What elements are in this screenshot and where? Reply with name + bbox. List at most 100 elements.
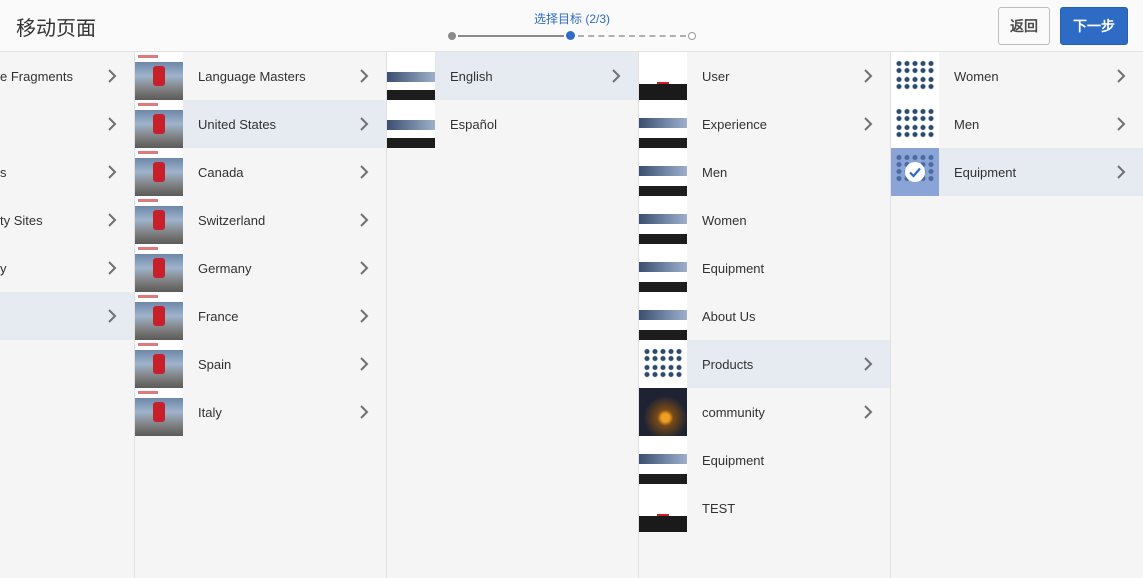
item-label: English <box>450 68 493 84</box>
column-4-item[interactable]: Women <box>891 52 1143 100</box>
chevron-right-icon <box>104 68 120 84</box>
item-label: User <box>702 68 730 84</box>
column-1-item[interactable]: France <box>135 292 386 340</box>
column-1-item-selected[interactable]: United States <box>135 100 386 148</box>
item-label: Men <box>702 164 728 180</box>
column-3-item[interactable]: TEST <box>639 484 890 532</box>
item-label: Women <box>702 212 747 228</box>
column-3-item[interactable]: community <box>639 388 890 436</box>
page-thumbnail <box>639 292 687 340</box>
column-3-item[interactable]: Equipment <box>639 436 890 484</box>
wizard-step-label: 选择目标 (2/3) <box>533 12 610 26</box>
item-label: Español <box>450 116 497 132</box>
column-1-item[interactable]: Canada <box>135 148 386 196</box>
chevron-right-icon <box>860 404 876 420</box>
chevron-right-icon <box>1113 164 1129 180</box>
item-label: TEST <box>702 500 736 516</box>
page-thumbnail <box>639 484 687 532</box>
page-thumbnail <box>135 100 183 148</box>
page-thumbnail-selected <box>891 148 939 196</box>
column-3-item[interactable]: Women <box>639 196 890 244</box>
item-label: Men <box>954 116 980 132</box>
column-2-item-selected[interactable]: English <box>387 52 638 100</box>
column-0: e Fragments s ty Sites y <box>0 52 135 578</box>
column-2: English Español <box>387 52 639 578</box>
chevron-right-icon <box>356 116 372 132</box>
page-thumbnail <box>387 52 435 100</box>
item-label: Equipment <box>954 164 1017 180</box>
chevron-right-icon <box>356 308 372 324</box>
page-thumbnail <box>639 340 687 388</box>
column-browser: e Fragments s ty Sites y Language Master… <box>0 52 1143 578</box>
column-4-item[interactable]: Men <box>891 100 1143 148</box>
page-thumbnail <box>135 340 183 388</box>
chevron-right-icon <box>860 68 876 84</box>
back-button[interactable]: 返回 <box>998 7 1050 45</box>
item-label: United States <box>198 116 277 132</box>
wizard-line-completed <box>458 35 564 37</box>
item-label: Experience <box>702 116 768 132</box>
column-3-item[interactable]: Experience <box>639 100 890 148</box>
column-0-item[interactable] <box>0 100 134 148</box>
item-label: e Fragments <box>0 68 73 84</box>
chevron-right-icon <box>356 212 372 228</box>
column-0-item-selected[interactable] <box>0 292 134 340</box>
item-label: Spain <box>198 356 232 372</box>
column-3-item[interactable]: User <box>639 52 890 100</box>
chevron-right-icon <box>356 164 372 180</box>
chevron-right-icon <box>356 68 372 84</box>
item-label: y <box>0 260 7 276</box>
column-3-item[interactable]: Men <box>639 148 890 196</box>
item-label: Women <box>954 68 999 84</box>
item-label: About Us <box>702 308 756 324</box>
column-0-item[interactable]: ty Sites <box>0 196 134 244</box>
chevron-right-icon <box>860 116 876 132</box>
chevron-right-icon <box>104 116 120 132</box>
page-thumbnail <box>639 436 687 484</box>
column-1-item[interactable]: Italy <box>135 388 386 436</box>
chevron-right-icon <box>104 260 120 276</box>
item-label: Canada <box>198 164 244 180</box>
chevron-right-icon <box>608 68 624 84</box>
page-thumbnail <box>135 244 183 292</box>
item-label: Switzerland <box>198 212 266 228</box>
column-0-item[interactable]: e Fragments <box>0 52 134 100</box>
column-3-item[interactable]: Equipment <box>639 244 890 292</box>
column-2-item[interactable]: Español <box>387 100 638 148</box>
page-thumbnail <box>639 196 687 244</box>
wizard-step-2-dot <box>566 31 575 40</box>
column-3-item-selected[interactable]: Products <box>639 340 890 388</box>
page-thumbnail <box>135 388 183 436</box>
item-label: Products <box>702 356 754 372</box>
item-label: s <box>0 164 7 180</box>
page-thumbnail <box>639 388 687 436</box>
page-thumbnail <box>891 100 939 148</box>
page-thumbnail <box>639 52 687 100</box>
chevron-right-icon <box>860 356 876 372</box>
item-label: community <box>702 404 765 420</box>
column-1-item[interactable]: Language Masters <box>135 52 386 100</box>
wizard-progress: 选择目标 (2/3) <box>440 8 704 48</box>
chevron-right-icon <box>104 308 120 324</box>
page-thumbnail <box>639 244 687 292</box>
checkmark-icon <box>905 162 925 182</box>
column-0-item[interactable]: s <box>0 148 134 196</box>
chevron-right-icon <box>356 260 372 276</box>
column-3-item[interactable]: About Us <box>639 292 890 340</box>
page-title: 移动页面 <box>16 18 96 40</box>
column-4-item-selected[interactable]: Equipment <box>891 148 1143 196</box>
chevron-right-icon <box>1113 68 1129 84</box>
column-1-item[interactable]: Switzerland <box>135 196 386 244</box>
page-thumbnail <box>135 148 183 196</box>
column-0-item[interactable]: y <box>0 244 134 292</box>
item-label: Italy <box>198 404 222 420</box>
page-thumbnail <box>891 52 939 100</box>
column-1-item[interactable]: Spain <box>135 340 386 388</box>
wizard-step-3-dot <box>688 32 696 40</box>
column-1-item[interactable]: Germany <box>135 244 386 292</box>
page-thumbnail <box>387 100 435 148</box>
chevron-right-icon <box>1113 116 1129 132</box>
chevron-right-icon <box>356 404 372 420</box>
chevron-right-icon <box>104 164 120 180</box>
next-button[interactable]: 下一步 <box>1060 7 1128 45</box>
